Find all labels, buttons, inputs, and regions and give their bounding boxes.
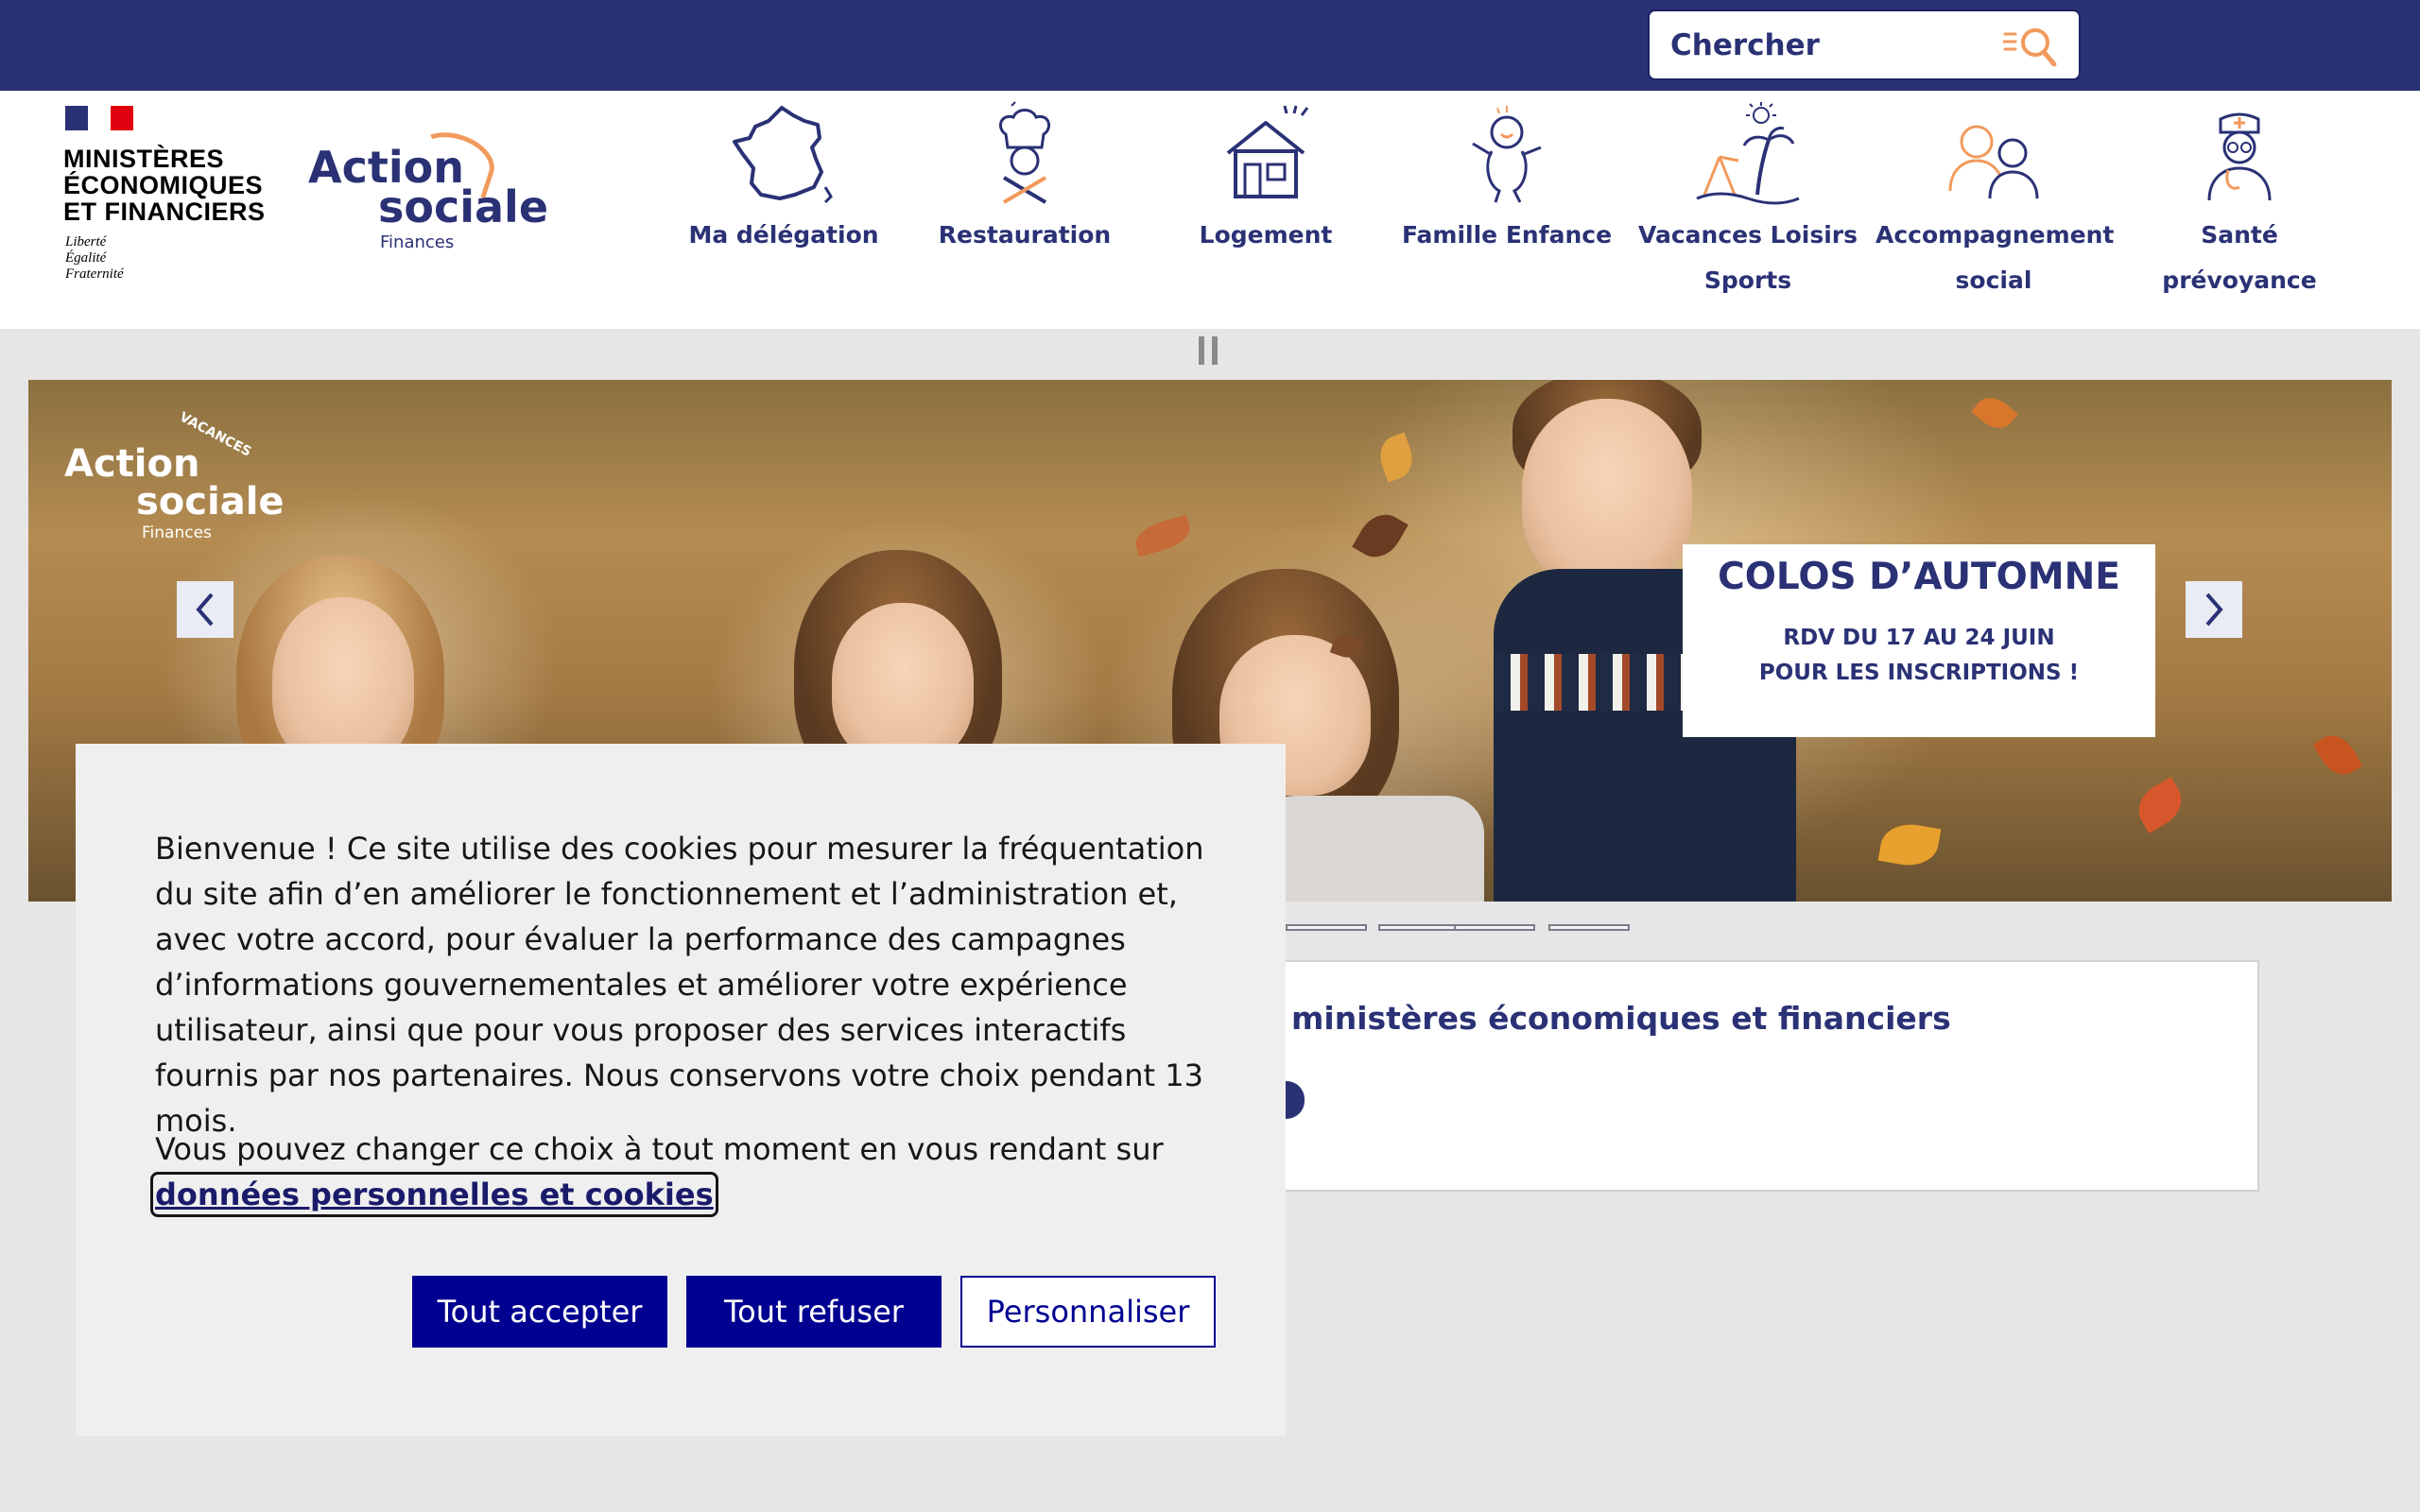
top-bar: [0, 0, 2420, 91]
chevron-right-icon: [2205, 593, 2223, 627]
nurse-icon: [2207, 112, 2272, 201]
cookie-change-info: Vous pouvez changer ce choix à tout mome…: [150, 1126, 1223, 1217]
ministry-name: MINISTÈRES ÉCONOMIQUES ET FINANCIERS: [63, 145, 266, 226]
nav-label: Vacances Loisirs: [1637, 221, 1858, 249]
house-icon: [1226, 105, 1309, 198]
nav-label-line2: Sports: [1703, 266, 1792, 294]
nav-label: Logement: [1199, 221, 1333, 249]
nav-item-sante-prevoyance[interactable]: Santé prévoyance: [2121, 100, 2358, 304]
carousel-dot[interactable]: [1548, 924, 1630, 931]
logo-text-finances: Finances: [380, 232, 455, 252]
chevron-left-icon: [196, 593, 214, 627]
carousel-prev-button[interactable]: [177, 581, 233, 638]
leaf: [2130, 777, 2190, 833]
child-3-sweater: [1257, 796, 1484, 902]
cookie-change-text: Vous pouvez changer ce choix à tout mome…: [155, 1131, 1164, 1167]
card-title: ministères économiques et financiers: [1291, 1000, 1951, 1037]
leaf: [1374, 432, 1419, 483]
slide-title: COLOS D’AUTOMNE: [1718, 556, 2120, 598]
carousel-next-button[interactable]: [2186, 581, 2242, 638]
nav-item-ma-delegation[interactable]: Ma délégation: [666, 100, 902, 259]
slide-subtitle: RDV DU 17 AU 24 JUIN POUR LES INSCRIPTIO…: [1683, 621, 2155, 691]
child-face-1: [272, 597, 414, 767]
cookie-consent-banner: Bienvenue ! Ce site utilise des cookies …: [76, 744, 1286, 1436]
nav-label-line2: prévoyance: [2162, 266, 2317, 294]
carousel-pause-button[interactable]: [1199, 336, 1221, 365]
logo-text-sociale: sociale: [378, 181, 549, 232]
nav-item-vacances-loisirs-sports[interactable]: Vacances Loisirs Sports: [1630, 100, 1866, 304]
search-icon[interactable]: [2003, 25, 2058, 68]
cookie-description: Bienvenue ! Ce site utilise des cookies …: [155, 831, 1204, 1139]
nav-item-logement[interactable]: Logement: [1148, 100, 1384, 259]
nav-label: Santé: [2201, 221, 2278, 249]
leaf: [1971, 389, 2018, 437]
site-header: MINISTÈRES ÉCONOMIQUES ET FINANCIERS Lib…: [0, 91, 2420, 329]
leaf: [2312, 728, 2363, 782]
nav-label: Ma délégation: [688, 221, 879, 249]
nav-label-line2: social: [1955, 266, 2032, 294]
carousel-dot[interactable]: [1454, 924, 1535, 931]
logo-text-sociale: sociale: [136, 480, 285, 524]
logo-text-finances: Finances: [142, 524, 212, 542]
nav-label: Restauration: [938, 221, 1112, 249]
personal-data-cookies-link[interactable]: données personnelles et cookies: [150, 1172, 718, 1217]
info-card: ministères économiques et financiers: [1253, 960, 2259, 1192]
slide-subtitle-line1: RDV DU 17 AU 24 JUIN: [1783, 626, 2055, 650]
slide-subtitle-line2: POUR LES INSCRIPTIONS !: [1758, 661, 2080, 685]
accept-all-button[interactable]: Tout accepter: [412, 1276, 667, 1348]
slide-caption[interactable]: COLOS D’AUTOMNE RDV DU 17 AU 24 JUIN POU…: [1683, 544, 2155, 737]
ministry-logo[interactable]: MINISTÈRES ÉCONOMIQUES ET FINANCIERS Lib…: [63, 104, 271, 282]
search-input[interactable]: [1670, 27, 1992, 62]
child-face-2: [832, 603, 974, 764]
nav-label: Famille Enfance: [1401, 221, 1613, 249]
beach-palm-icon: [1696, 102, 1800, 205]
nav-item-restauration[interactable]: Restauration: [907, 100, 1143, 259]
chef-icon: [998, 101, 1051, 204]
leaf: [1352, 506, 1409, 566]
carousel-dot[interactable]: [1286, 924, 1367, 931]
nav-item-accompagnement-social[interactable]: Accompagnement social: [1876, 100, 2115, 304]
france-map-icon: [733, 106, 833, 204]
customize-button[interactable]: Personnaliser: [960, 1276, 1216, 1348]
people-icon: [1948, 125, 2039, 199]
nav-item-famille-enfance[interactable]: Famille Enfance: [1389, 100, 1625, 259]
action-sociale-logo[interactable]: Action sociale Finances: [308, 123, 548, 252]
leaf: [1877, 819, 1942, 870]
nav-label: Accompagnement: [1876, 221, 2115, 249]
child-icon: [1472, 106, 1542, 203]
republic-flag-icon: [65, 106, 133, 130]
search-box[interactable]: [1648, 9, 2081, 80]
leaf: [1132, 514, 1194, 558]
republic-motto: Liberté Égalité Fraternité: [65, 234, 124, 282]
child-face-4: [1522, 399, 1692, 588]
refuse-all-button[interactable]: Tout refuser: [686, 1276, 942, 1348]
carousel-dot[interactable]: [1378, 924, 1460, 931]
